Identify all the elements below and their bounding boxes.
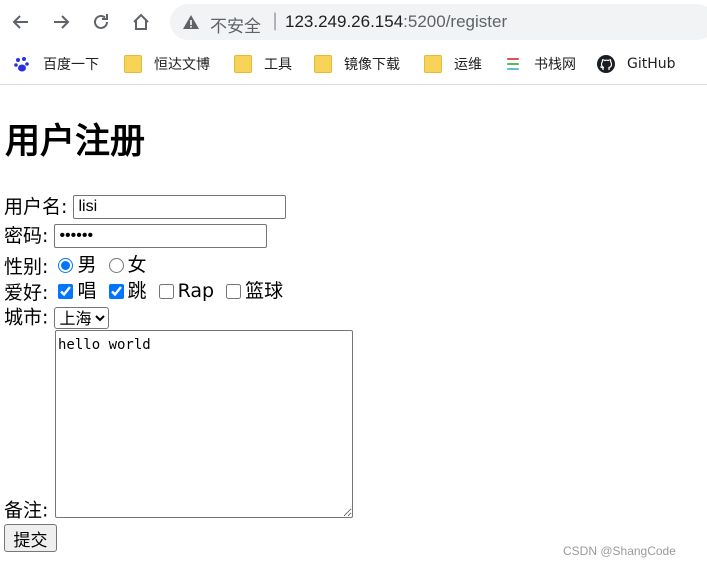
city-row: 城市: 上海: [4, 306, 110, 329]
city-label: 城市:: [4, 306, 49, 329]
folder-icon: [124, 55, 142, 73]
browser-toolbar: 不安全 | 123.249.26.154:5200/register: [0, 0, 707, 44]
username-input[interactable]: [73, 195, 287, 219]
github-icon: [597, 55, 615, 73]
folder-icon: [424, 55, 442, 73]
arrow-right-icon: [54, 15, 70, 29]
hobby-option-basketball: 篮球: [222, 280, 283, 302]
bookmark-label: 镜像下载: [344, 57, 400, 73]
hobby-option-label: 跳: [127, 280, 147, 302]
bookstack-icon: [507, 58, 519, 70]
url-host: 123.249.26.154: [285, 12, 404, 31]
hobby-option-label: Rap: [177, 280, 215, 302]
bookmark-baidu[interactable]: 百度一下: [13, 53, 99, 75]
bookmark-label: 百度一下: [43, 57, 99, 73]
back-button[interactable]: [7, 8, 35, 36]
url-path: :5200/register: [403, 12, 508, 31]
url-text: 123.249.26.154:5200/register: [285, 12, 507, 32]
bookmark-label: 书栈网: [534, 57, 576, 73]
hobbies-row: 爱好: 唱 跳 Rap 篮球: [4, 280, 285, 304]
bookmark-label: GitHub: [627, 56, 676, 72]
hobby-checkbox-sing[interactable]: [58, 283, 74, 299]
page-title: 用户注册: [5, 122, 146, 162]
page-content: 用户注册 用户名: 密码: 性别: 男 女 爱好: 唱 跳 Rap: [0, 85, 707, 569]
reload-button[interactable]: [87, 8, 115, 36]
home-icon: [133, 13, 149, 30]
remark-label: 备注:: [4, 499, 49, 522]
folder-icon: [234, 55, 252, 73]
city-select[interactable]: 上海: [54, 306, 110, 329]
password-input[interactable]: [54, 224, 268, 248]
remark-row: 备注:: [4, 499, 48, 522]
hobby-option-label: 唱: [77, 280, 97, 302]
gender-option-label: 女: [127, 254, 147, 276]
hobby-option-label: 篮球: [245, 280, 284, 302]
hobby-option-rap: Rap: [155, 280, 215, 302]
bookmark-label: 工具: [264, 57, 292, 73]
gender-option-male: 男: [54, 254, 96, 276]
bookmark-label: 恒达文博: [154, 57, 210, 73]
bookmark-label: 运维: [454, 57, 482, 73]
gender-label: 性别:: [4, 256, 49, 278]
reload-icon: [94, 14, 108, 29]
hobby-checkbox-dance[interactable]: [108, 283, 124, 299]
gender-row: 性别: 男 女: [4, 254, 149, 278]
submit-button[interactable]: 提交: [4, 524, 57, 552]
bookmark-hengda[interactable]: 恒达文博: [124, 53, 210, 75]
gender-radio-female[interactable]: [108, 257, 124, 273]
gender-radio-male[interactable]: [58, 257, 74, 273]
hobby-checkbox-rap[interactable]: [158, 283, 174, 299]
arrow-left-icon: [12, 15, 28, 29]
address-separator: |: [272, 10, 279, 31]
remark-textarea[interactable]: hello world: [55, 330, 353, 518]
folder-icon: [314, 55, 332, 73]
bookmarks-bar: 百度一下 恒达文博 工具 镜像下载 运维 书栈网 GitHub: [0, 44, 707, 85]
bookmark-tools[interactable]: 工具: [234, 53, 292, 75]
hobby-option-sing: 唱: [54, 280, 96, 302]
hobbies-label: 爱好:: [4, 282, 49, 304]
bookmark-ops[interactable]: 运维: [424, 53, 482, 75]
watermark: CSDN @ShangCode: [563, 544, 676, 558]
password-label: 密码:: [4, 225, 49, 247]
forward-button[interactable]: [47, 8, 75, 36]
security-label: 不安全: [210, 17, 261, 37]
address-bar[interactable]: 不安全 | 123.249.26.154:5200/register: [170, 4, 707, 40]
bookmark-github[interactable]: GitHub: [597, 53, 676, 75]
warning-triangle-icon: [183, 15, 199, 29]
baidu-paw-icon: [14, 57, 29, 72]
hobby-checkbox-basketball[interactable]: [226, 283, 242, 299]
password-row: 密码:: [4, 224, 268, 248]
hobby-option-dance: 跳: [105, 280, 147, 302]
gender-option-female: 女: [105, 254, 147, 276]
home-button[interactable]: [127, 8, 155, 36]
username-label: 用户名:: [4, 196, 68, 218]
username-row: 用户名:: [4, 195, 287, 219]
bookmark-mirror-download[interactable]: 镜像下载: [314, 53, 400, 75]
gender-option-label: 男: [77, 254, 97, 276]
bookmark-bookstack[interactable]: 书栈网: [504, 53, 576, 75]
